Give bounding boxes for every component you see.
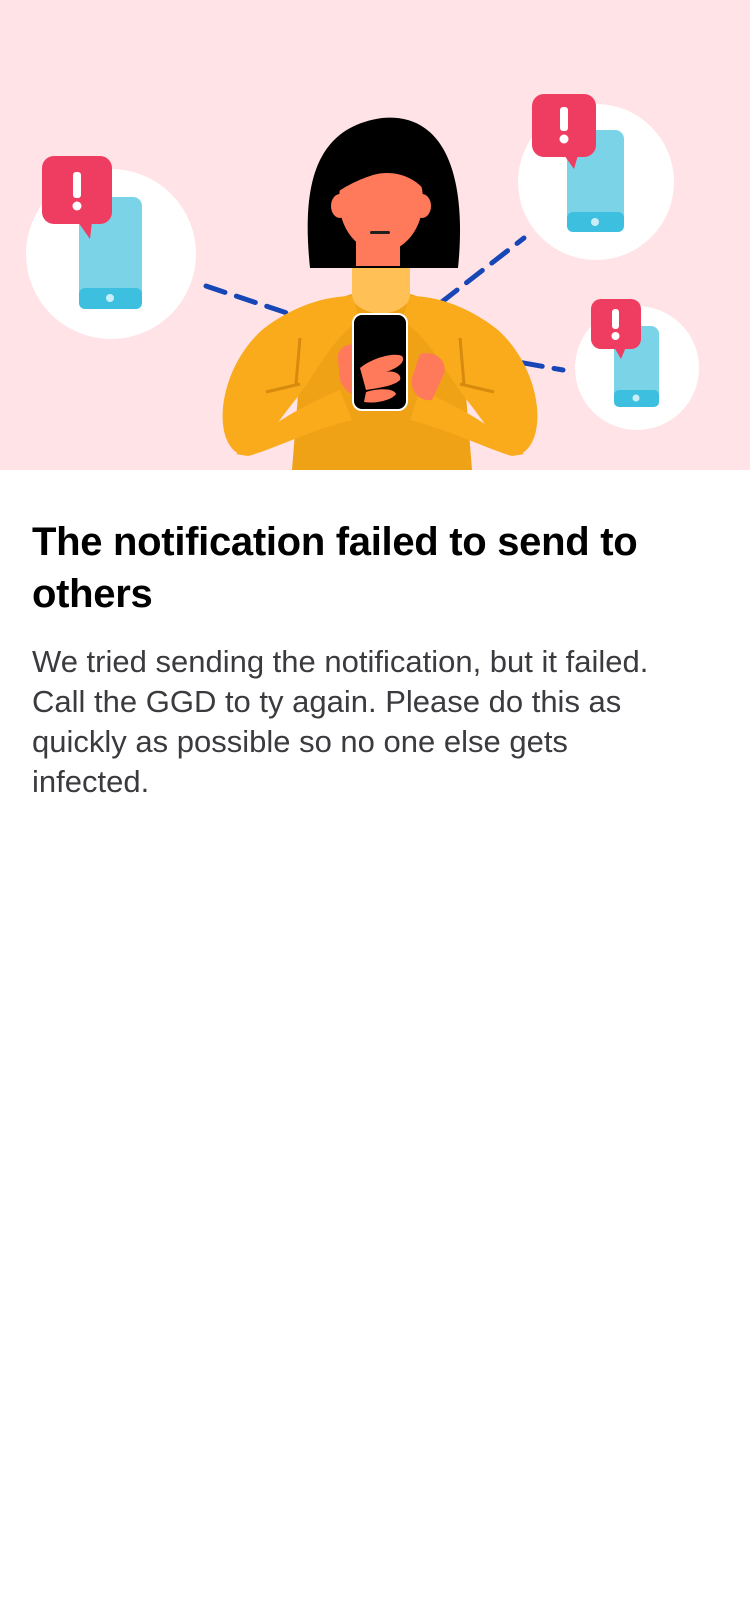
alert-phone-icon-top-right [518, 94, 674, 260]
page-title: The notification failed to send to other… [32, 520, 638, 616]
alert-phone-icon-left [26, 156, 196, 339]
message-body: We tried sending the notification, but i… [32, 644, 649, 799]
message-content: The notification failed to send to other… [32, 516, 692, 802]
alert-phone-icon-bottom-right [575, 299, 699, 430]
illustration-svg [26, 94, 699, 470]
screen: The notification failed to send to other… [0, 0, 750, 1624]
hero-illustration [0, 0, 750, 470]
person-figure [222, 117, 538, 470]
